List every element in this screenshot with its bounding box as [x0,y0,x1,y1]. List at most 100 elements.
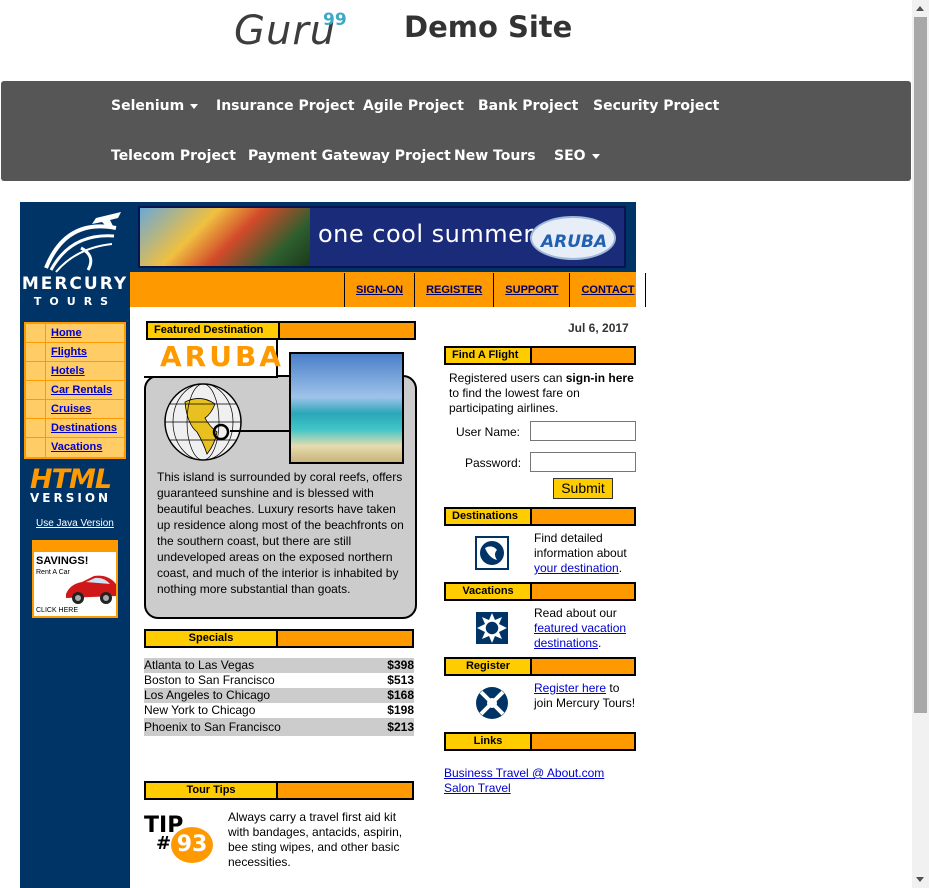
specials-header: Specials [144,629,414,648]
sidebar-link-hotels[interactable]: Hotels [46,362,85,380]
guru99-logo[interactable]: Guru 99 [232,6,362,56]
aruba-logo: ARUBA [530,216,616,260]
table-row: Phoenix to San Francisco $213 [144,718,414,736]
sidebar-menu: Home Flights Hotels Car Rentals Cruises … [24,322,126,459]
sidebar-item-home: Home [26,324,124,343]
bullet-square [26,419,46,437]
intro-text: Registered users can [449,371,566,385]
section-label: Register [446,659,532,674]
promo-banner[interactable]: one cool summer ARUBA [138,206,626,268]
special-route: Atlanta to Las Vegas [144,658,255,672]
submit-button[interactable]: Submit [553,478,613,499]
logo-superscript: 99 [323,10,347,30]
support-link[interactable]: SUPPORT [494,273,571,307]
username-label: User Name: [456,425,521,439]
nav-payment-gateway-project[interactable]: Payment Gateway Project [248,148,451,164]
register-link[interactable]: REGISTER [415,273,495,307]
nav-telecom-project[interactable]: Telecom Project [111,148,236,164]
ad-bar [34,542,116,552]
bullet-square [26,362,46,380]
ad-cta: CLICK HERE [36,607,79,614]
section-label: Destinations [446,509,532,524]
section-label: Vacations [446,584,532,599]
special-price: $513 [387,673,414,687]
featured-vacation-link[interactable]: featured vacation destinations [534,621,626,650]
username-input[interactable] [530,421,636,441]
aruba-beach-photo [289,352,404,464]
nav-label: SEO [554,148,586,164]
tour-tips-header: Tour Tips [144,781,414,800]
special-route: Los Angeles to Chicago [144,688,271,702]
main-navbar: Selenium Insurance Project Agile Project… [1,81,911,181]
scroll-thumb[interactable] [914,17,927,713]
html-version-badge: HTML VERSION [30,464,122,514]
red-car-icon [66,575,116,604]
sidebar-link-cruises[interactable]: Cruises [46,400,91,418]
sidebar-item-flights: Flights [26,343,124,362]
tip-number: 93 [171,827,213,863]
desc-text: Find detailed information about [534,531,627,560]
nav-seo[interactable]: SEO [554,148,600,164]
business-travel-link[interactable]: Business Travel @ About.com [444,766,604,780]
section-label: Links [446,734,532,749]
register-header: Register [444,657,636,676]
scroll-up-arrow-icon[interactable] [916,6,924,11]
destinations-description: Find detailed information about your des… [534,531,638,576]
bullet-square [26,324,46,342]
special-price: $213 [387,720,414,734]
nav-insurance-project[interactable]: Insurance Project [216,98,355,114]
nav-bank-project[interactable]: Bank Project [478,98,578,114]
nav-security-project[interactable]: Security Project [593,98,719,114]
vacations-header: Vacations [444,582,636,601]
register-description: Register here to join Mercury Tours! [534,681,638,711]
sidebar-link-vacations[interactable]: Vacations [46,438,102,457]
version-label: VERSION [30,491,112,505]
contact-link[interactable]: CONTACT [570,273,647,307]
scroll-down-arrow-icon[interactable] [916,877,924,882]
your-destination-link[interactable]: your destination [534,561,619,575]
sidebar-link-destinations[interactable]: Destinations [46,419,117,437]
featured-title: ARUBA [160,340,284,373]
tip-text: Always carry a travel first aid kit with… [228,810,403,869]
section-label: Featured Destination [148,323,280,338]
aruba-logo-text: ARUBA [541,232,608,252]
nav-agile-project[interactable]: Agile Project [363,98,464,114]
nav-label: Selenium [111,98,185,114]
destinations-header: Destinations [444,507,636,526]
special-price: $198 [387,703,414,717]
special-route: New York to Chicago [144,703,256,717]
password-input[interactable] [530,452,636,472]
sidebar-item-destinations: Destinations [26,419,124,438]
nav-new-tours[interactable]: New Tours [454,148,536,164]
use-java-version-link[interactable]: Use Java Version [36,518,114,529]
globe-icon [164,383,242,461]
featured-destination-header: Featured Destination [146,321,416,340]
find-flight-header: Find A Flight [444,346,636,365]
rent-a-car-ad[interactable]: SAVINGS! Rent A Car CLICK HERE [32,540,118,618]
table-row: New York to Chicago $198 [144,703,414,718]
tours-brand: TOURS [33,295,117,308]
sidebar-link-flights[interactable]: Flights [46,343,87,361]
chevron-down-icon [591,153,600,159]
top-links: SIGN-ON REGISTER SUPPORT CONTACT [344,273,647,307]
vertical-scrollbar[interactable] [912,0,929,888]
special-route: Phoenix to San Francisco [144,720,281,734]
sign-on-link[interactable]: SIGN-ON [345,273,416,307]
intro-text: to find the lowest fare on participating… [449,386,580,415]
sun-icon [476,612,508,644]
banner-photo [140,208,310,266]
map-pointer-line [230,430,290,432]
desc-text: Read about our [534,606,617,620]
password-label: Password: [465,456,522,470]
register-here-link[interactable]: Register here [534,681,606,695]
chevron-down-icon [190,103,199,109]
bullet-square [26,438,46,457]
mercury-brand: MERCURY [21,274,129,294]
nav-selenium[interactable]: Selenium [111,98,199,114]
salon-travel-link[interactable]: Salon Travel [444,781,511,795]
tip-hash: # [156,833,172,854]
special-price: $168 [387,688,414,702]
sidebar-link-car-rentals[interactable]: Car Rentals [46,381,112,399]
sidebar-link-home[interactable]: Home [46,324,82,342]
tip-badge: TIP # 93 [144,813,216,865]
